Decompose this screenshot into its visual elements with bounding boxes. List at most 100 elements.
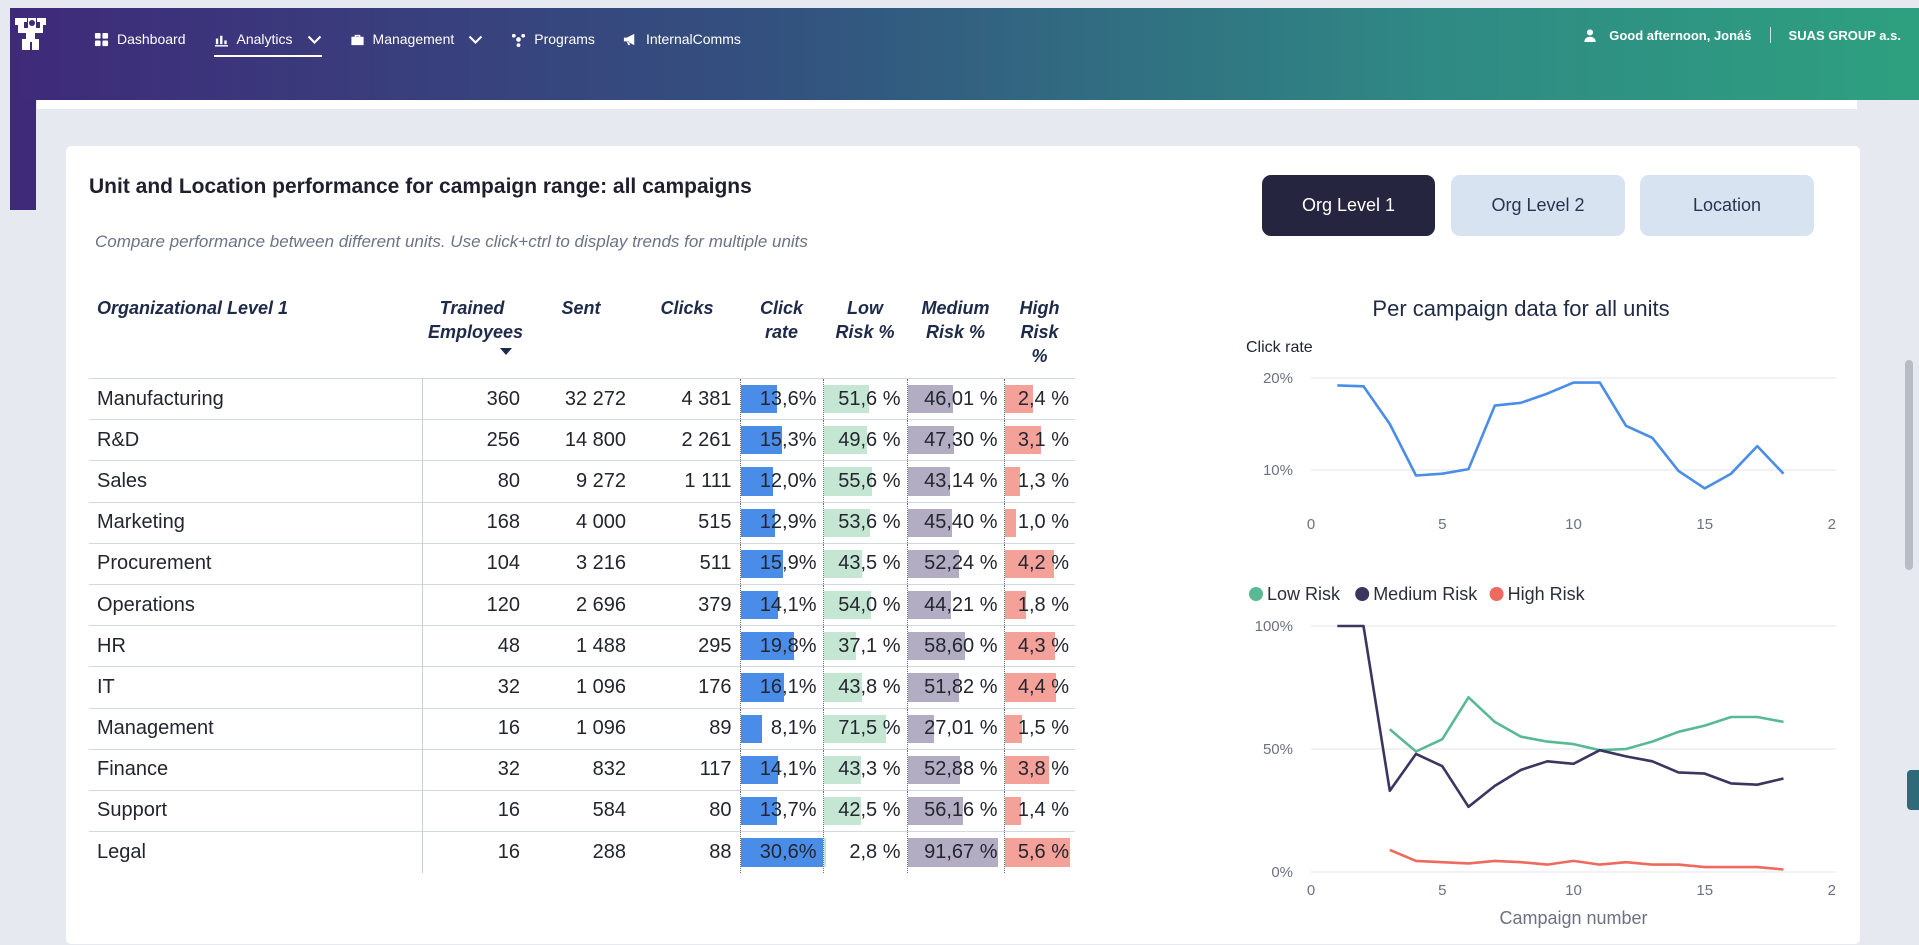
- previous-card: [36, 100, 1858, 110]
- high-risk-cell: 1,3 %: [1003, 460, 1075, 503]
- header-label: High Risk %: [1019, 298, 1060, 366]
- table-row[interactable]: Operations 120 2 696 379 14,1% 54,0 % 44,21 % 1…: [89, 583, 1075, 626]
- click-rate-line-chart[interactable]: 20% 10% 0 5 10 15 20 Click rate: [1236, 326, 1836, 546]
- main-nav: Dashboard Analytics Management Programs …: [94, 27, 741, 57]
- series-line: [1389, 848, 1784, 871]
- column-header-sent[interactable]: Sent: [528, 288, 634, 379]
- tab-location[interactable]: Location: [1640, 175, 1814, 236]
- tab-org-level-1[interactable]: Org Level 1: [1262, 175, 1435, 236]
- medium-risk-cell: 58,60 %: [906, 625, 1004, 667]
- table-row[interactable]: Management 16 1 096 89 8,1% 71,5 % 27,01 % 1,5 …: [89, 707, 1075, 750]
- low-risk-cell-value: 51,6 %: [838, 387, 901, 410]
- high-risk-cell-value: 1,5 %: [1017, 717, 1069, 740]
- click-rate-cell-value: 13,7%: [759, 799, 817, 822]
- tab-org-level-2[interactable]: Org Level 2: [1451, 175, 1625, 236]
- unit-performance-table: Organizational Level 1 Trained Employees…: [89, 288, 1075, 873]
- nav-management[interactable]: Management: [350, 27, 484, 51]
- click-rate-cell: 14,1%: [739, 748, 823, 791]
- nav-programs[interactable]: Programs: [511, 27, 595, 51]
- trained-employees-cell: 168: [422, 501, 528, 544]
- low-risk-cell-value: 49,6 %: [838, 428, 901, 451]
- click-rate-cell: 12,9%: [739, 501, 823, 544]
- x-tick-label: 5: [1438, 516, 1446, 533]
- column-header-low-risk[interactable]: Low Risk %: [823, 288, 907, 379]
- low-risk-cell: 37,1 %: [822, 625, 907, 667]
- table-row[interactable]: Manufacturing 360 32 272 4 381 13,6% 51,6 % 46…: [89, 377, 1075, 420]
- column-header-high-risk[interactable]: High Risk %: [1004, 288, 1075, 379]
- medium-risk-cell: 52,88 %: [906, 748, 1004, 791]
- column-header-medium-risk[interactable]: Medium Risk %: [907, 288, 1004, 379]
- table-row[interactable]: Support 16 584 80 13,7% 42,5 % 56,16 % 1,4 %: [89, 789, 1075, 832]
- scrollbar[interactable]: [1905, 360, 1913, 570]
- low-risk-cell: 43,8 %: [822, 666, 907, 708]
- table-row[interactable]: Procurement 104 3 216 511 15,9% 43,5 % 52,24 %…: [89, 542, 1075, 585]
- x-tick-label: 0: [1307, 882, 1315, 899]
- sent-cell: 3 216: [528, 542, 634, 585]
- user-area: Good afternoon, Jonáš SUAS GROUP a.s.: [1583, 27, 1901, 43]
- high-risk-cell-value: 4,3 %: [1017, 634, 1069, 657]
- sent-cell: 14 800: [528, 419, 634, 461]
- medium-risk-cell-value: 46,01 %: [924, 387, 998, 410]
- click-rate-cell: 8,1%: [739, 707, 823, 750]
- user-greeting[interactable]: Good afternoon, Jonáš: [1609, 28, 1751, 43]
- table-row[interactable]: R&D 256 14 800 2 261 15,3% 49,6 % 47,30 % 3,1 %: [89, 419, 1075, 461]
- table-row[interactable]: Legal 16 288 88 30,6% 2,8 % 91,67 % 5,6 %: [89, 831, 1075, 873]
- y-tick-label: 100%: [1255, 618, 1293, 635]
- table-body: Manufacturing 360 32 272 4 381 13,6% 51,6 % 46…: [89, 377, 1075, 873]
- company-name[interactable]: SUAS GROUP a.s.: [1789, 28, 1901, 43]
- table-row[interactable]: HR 48 1 488 295 19,8% 37,1 % 58,60 % 4,3 %: [89, 625, 1075, 667]
- low-risk-cell-value: 37,1 %: [838, 634, 901, 657]
- chevron-down-icon: [307, 35, 321, 44]
- low-risk-cell: 49,6 %: [822, 419, 907, 461]
- y-tick-label: 10%: [1263, 462, 1293, 479]
- trained-employees-cell: 32: [422, 748, 528, 791]
- nav-analytics[interactable]: Analytics: [213, 27, 322, 57]
- medium-risk-cell-value: 58,60 %: [924, 634, 998, 657]
- clicks-cell: 4 381: [634, 377, 740, 420]
- table-row[interactable]: Marketing 168 4 000 515 12,9% 53,6 % 45,40 % 1,…: [89, 501, 1075, 544]
- logo-icon[interactable]: [14, 14, 50, 54]
- medium-risk-cell: 52,24 %: [906, 542, 1004, 585]
- trained-employees-cell: 16: [422, 707, 528, 750]
- high-risk-cell: 3,8 %: [1003, 748, 1075, 791]
- table-row[interactable]: IT 32 1 096 176 16,1% 43,8 % 51,82 % 4,4 %: [89, 666, 1075, 708]
- trained-employees-cell: 16: [422, 789, 528, 832]
- high-risk-cell-value: 1,4 %: [1017, 799, 1069, 822]
- x-tick-label: 20: [1828, 516, 1836, 533]
- medium-risk-cell: 56,16 %: [906, 789, 1004, 832]
- nav-internalcomms[interactable]: InternalComms: [623, 27, 741, 51]
- side-handle[interactable]: [1907, 770, 1919, 810]
- column-header-trained[interactable]: Trained Employees: [422, 288, 528, 379]
- y-tick-label: 0%: [1271, 864, 1293, 881]
- series-line: [1337, 381, 1785, 490]
- y-tick-label: 50%: [1263, 741, 1293, 758]
- column-header-clicks[interactable]: Clicks: [634, 288, 740, 379]
- high-risk-cell-value: 3,8 %: [1017, 758, 1069, 781]
- low-risk-cell-value: 43,8 %: [838, 675, 901, 698]
- risk-line-chart[interactable]: 100% 50% 0% 0 5 10 15 20 Campaign number Low Risk…: [1236, 572, 1836, 932]
- column-header-click-rate[interactable]: Click rate: [740, 288, 823, 379]
- high-risk-cell-value: 1,3 %: [1017, 469, 1069, 492]
- low-risk-cell-value: 2,8 %: [849, 840, 901, 863]
- low-risk-cell: 42,5 %: [822, 789, 907, 832]
- nav-dashboard[interactable]: Dashboard: [94, 27, 186, 51]
- page-title: Unit and Location performance for campai…: [89, 175, 752, 198]
- table-row[interactable]: Sales 80 9 272 1 111 12,0% 55,6 % 43,14 % 1,3 %: [89, 460, 1075, 503]
- column-header-unit[interactable]: Organizational Level 1: [89, 288, 422, 379]
- header-label: Low Risk %: [835, 298, 895, 342]
- nav-label: Analytics: [236, 31, 293, 47]
- medium-risk-cell-value: 44,21 %: [924, 593, 998, 616]
- sent-cell: 584: [528, 789, 634, 832]
- trained-employees-cell: 256: [422, 419, 528, 461]
- high-risk-cell-value: 2,4 %: [1017, 387, 1069, 410]
- unit-name: Operations: [89, 583, 423, 626]
- medium-risk-cell: 45,40 %: [906, 501, 1004, 544]
- sidebar-edge: [10, 100, 36, 210]
- table-row[interactable]: Finance 32 832 117 14,1% 43,3 % 52,88 % 3,8 %: [89, 748, 1075, 791]
- bar-chart-icon: [214, 35, 228, 47]
- trained-employees-cell: 32: [422, 666, 528, 708]
- click-rate-cell: 13,6%: [739, 377, 823, 420]
- click-rate-cell: 19,8%: [739, 625, 823, 667]
- header-label: Click rate: [759, 298, 804, 342]
- sent-cell: 288: [528, 831, 634, 873]
